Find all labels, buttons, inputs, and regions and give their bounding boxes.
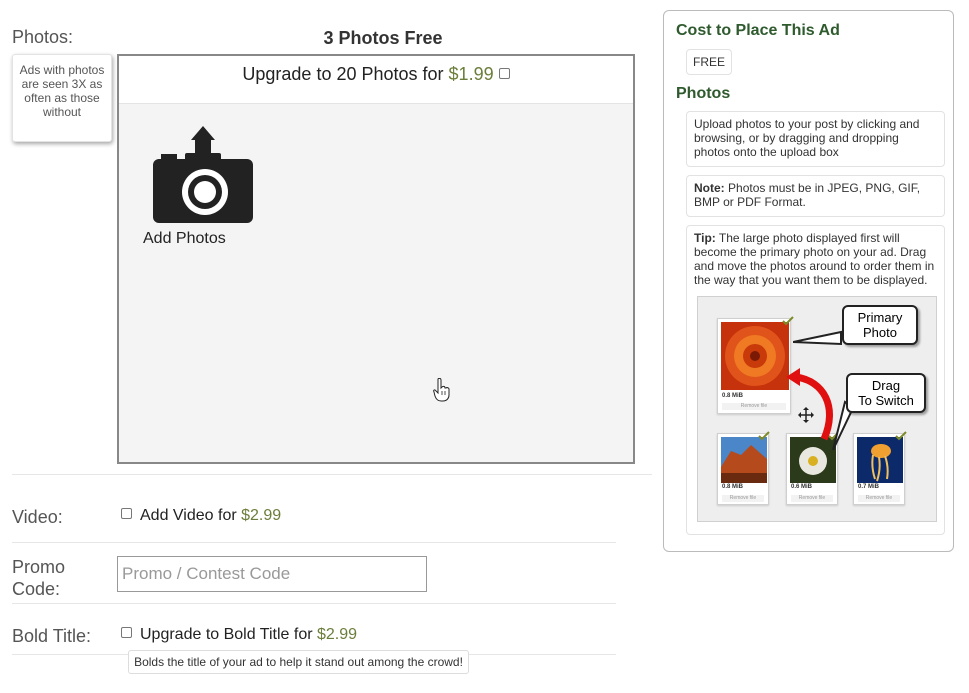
upgrade-photos-price: $1.99 [448,64,494,84]
callout-line: Photo [863,325,897,340]
note-label: Note: [694,181,725,195]
callout-line: To Switch [858,393,914,408]
flower-photo [721,322,789,390]
photos-tip-card: Ads with photos are seen 3X as often as … [12,54,112,142]
upload-upgrade-row: Upgrade to 20 Photos for $1.99 [119,56,633,104]
free-photos-title: 3 Photos Free [323,28,443,48]
photos-heading: Photos [676,85,731,102]
divider [12,603,616,604]
upgrade-photos-text: Upgrade to 20 Photos for [242,64,444,84]
drag-switch-callout: Drag To Switch [846,373,926,413]
note-box: Note: Photos must be in JPEG, PNG, GIF, … [686,175,945,217]
cost-heading: Cost to Place This Ad [676,22,840,39]
camera-upload-icon [153,126,253,223]
add-video-text: Add Video for [140,507,237,524]
upload-info-box: Upload photos to your post by clicking a… [686,111,945,167]
tip-label: Tip: [694,231,716,245]
add-video-price: $2.99 [241,507,282,524]
add-video-checkbox[interactable] [121,508,132,520]
photos-label: Photos: [12,27,74,47]
thumb-remove: Remove file [791,495,833,502]
bold-title-checkbox[interactable] [121,627,132,639]
check-icon [758,431,770,441]
thumb-remove: Remove file [722,403,786,410]
promo-label-line1: Promo [12,557,66,577]
divider [12,474,652,475]
promo-code-input[interactable]: Promo / Contest Code [117,556,427,592]
callout-line: Drag [871,378,901,393]
primary-photo-thumb: 0.8 MiB Remove file [717,318,791,414]
thumb-remove: Remove file [722,495,764,502]
check-icon [895,431,907,441]
photo-upload-box[interactable]: Upgrade to 20 Photos for $1.99 Add Photo… [117,54,635,464]
callout-line: Primary [857,310,903,325]
thumb-size: 0.7 MiB [858,484,880,490]
photo-thumb: 0.7 MiB Remove file [853,433,905,505]
bold-title-tip: Bolds the title of your ad to help it st… [128,650,469,674]
primary-photo-callout: Primary Photo [842,305,918,345]
add-photos-button[interactable] [151,126,255,229]
cost-value-badge: FREE [686,49,732,75]
divider [12,542,616,543]
thumb-size: 0.8 MiB [722,393,744,399]
video-label: Video: [12,507,63,527]
ad-info-sidebar: Cost to Place This Ad FREE Photos Upload… [663,10,954,552]
bold-title-option[interactable]: Upgrade to Bold Title for $2.99 [121,626,357,644]
note-text: Photos must be in JPEG, PNG, GIF, BMP or… [694,181,921,209]
promo-label-line2: Code: [12,579,61,599]
photos-tip-text: Ads with photos are seen 3X as often as … [19,63,105,119]
jellyfish-photo [857,437,903,483]
bold-title-label: Bold Title: [12,626,92,646]
hand-cursor-icon [433,378,450,402]
upgrade-photos-checkbox[interactable] [498,67,510,79]
tip-text: The large photo displayed first will bec… [694,231,935,287]
promo-label: Promo Code: [12,556,65,600]
thumb-size: 0.6 MiB [791,484,813,490]
video-option[interactable]: Add Video for $2.99 [121,507,281,525]
bold-title-price: $2.99 [317,626,358,643]
add-photos-label[interactable]: Add Photos [143,230,226,248]
photo-thumb: 0.8 MiB Remove file [717,433,769,505]
canyon-photo [721,437,767,483]
thumb-size: 0.8 MiB [722,484,744,490]
bold-title-text: Upgrade to Bold Title for [140,626,313,643]
thumb-remove: Remove file [858,495,900,502]
drag-photos-illustration: 0.8 MiB Remove file 0.8 MiB Remove file … [697,296,937,522]
